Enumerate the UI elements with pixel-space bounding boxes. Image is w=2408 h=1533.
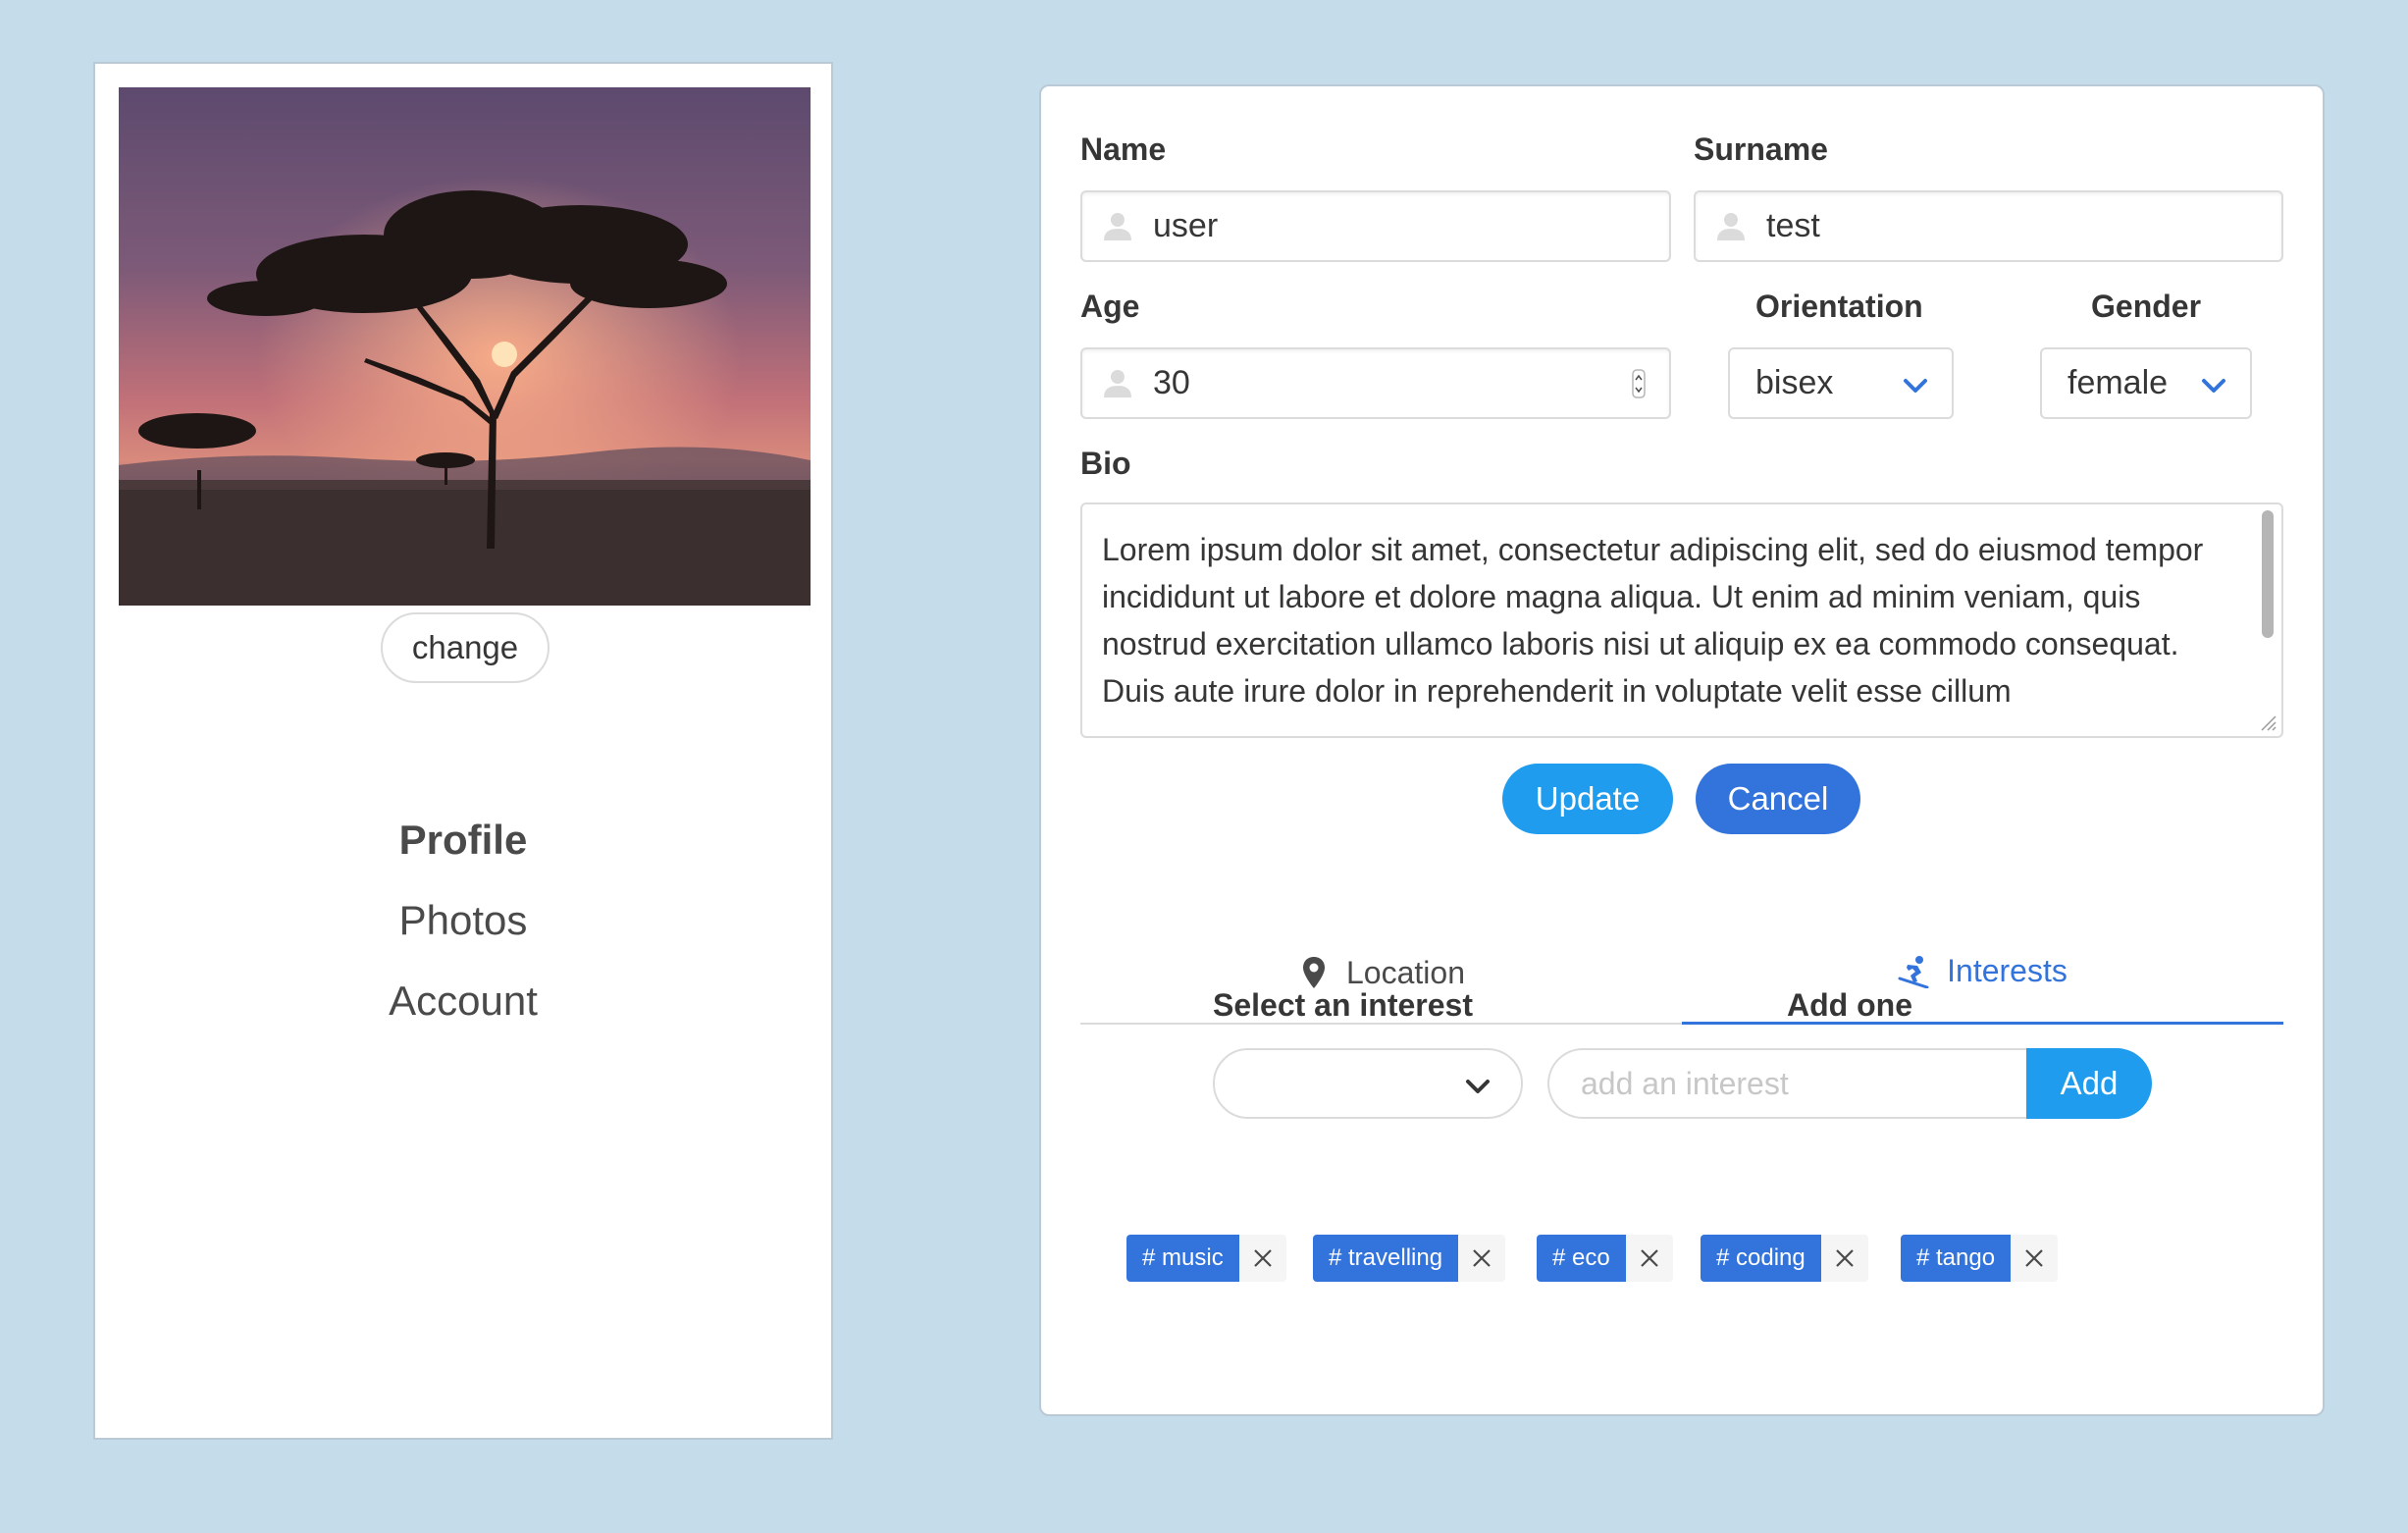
tag-delete-button[interactable]	[1625, 1235, 1673, 1282]
user-icon	[1104, 369, 1131, 397]
tab-location-label: Location	[1346, 954, 1465, 990]
number-spinner-icon[interactable]	[1632, 369, 1646, 398]
chevron-down-icon	[1904, 379, 1927, 393]
tab-interests-label: Interests	[1947, 953, 2068, 988]
profile-photo	[119, 87, 811, 606]
chevron-down-icon	[2202, 379, 2225, 393]
chevron-down-icon	[1466, 1080, 1490, 1093]
age-field[interactable]: 30	[1080, 347, 1671, 419]
close-icon	[2025, 1249, 2043, 1267]
nav-item-profile[interactable]: Profile	[95, 800, 831, 880]
user-icon	[1104, 212, 1131, 240]
name-label: Name	[1080, 132, 1167, 167]
name-value: user	[1153, 207, 1219, 244]
tag-label: # travelling	[1313, 1235, 1459, 1282]
nav-item-photos[interactable]: Photos	[95, 880, 831, 961]
change-photo-button[interactable]: change	[381, 612, 550, 683]
cancel-button[interactable]: Cancel	[1696, 764, 1860, 834]
bio-scrollbar[interactable]	[2262, 510, 2274, 638]
snowboarding-icon	[1898, 955, 1929, 988]
gender-label: Gender	[2091, 289, 2202, 324]
tag-delete-button[interactable]	[1458, 1235, 1506, 1282]
profile-form-card: Name user Surname test Age 30 Orientatio…	[1039, 84, 2325, 1416]
close-icon	[1835, 1249, 1854, 1267]
orientation-select[interactable]: bisex	[1728, 347, 1954, 419]
page: change Profile Photos Account Name user …	[0, 0, 2408, 1533]
tag-tango: # tango	[1901, 1235, 2059, 1282]
resize-grip-icon[interactable]	[2256, 711, 2277, 732]
tag-label: # music	[1126, 1235, 1239, 1282]
interest-select[interactable]	[1213, 1048, 1523, 1119]
tag-eco: # eco	[1537, 1235, 1673, 1282]
tag-label: # tango	[1901, 1235, 2012, 1282]
tag-coding: # coding	[1701, 1235, 1868, 1282]
tab-interests[interactable]: Interests	[1682, 921, 2283, 1025]
profile-sidebar-card: change Profile Photos Account	[93, 62, 833, 1440]
orientation-value: bisex	[1755, 364, 1834, 401]
gender-select[interactable]: female	[2040, 347, 2252, 419]
nav-item-account[interactable]: Account	[95, 961, 831, 1041]
surname-value: test	[1766, 207, 1820, 244]
gender-value: female	[2068, 364, 2169, 401]
tag-delete-button[interactable]	[2011, 1235, 2059, 1282]
user-icon	[1717, 212, 1745, 240]
surname-field[interactable]: test	[1694, 190, 2283, 262]
tag-delete-button[interactable]	[1238, 1235, 1286, 1282]
add-interest-button[interactable]: Add	[2026, 1048, 2152, 1119]
bio-text: Lorem ipsum dolor sit amet, consectetur …	[1102, 532, 2204, 709]
add-interest-label: Add one	[1787, 987, 1912, 1023]
map-marker-icon	[1303, 957, 1325, 988]
orientation-label: Orientation	[1755, 289, 1923, 324]
bio-textarea[interactable]: Lorem ipsum dolor sit amet, consectetur …	[1080, 502, 2283, 738]
name-field[interactable]: user	[1080, 190, 1671, 262]
tag-travelling: # travelling	[1313, 1235, 1506, 1282]
profile-nav: Profile Photos Account	[95, 800, 831, 1041]
tag-delete-button[interactable]	[1820, 1235, 1868, 1282]
update-button[interactable]: Update	[1502, 764, 1673, 834]
age-label: Age	[1080, 289, 1140, 324]
tag-music: # music	[1126, 1235, 1286, 1282]
close-icon	[1473, 1249, 1491, 1267]
surname-label: Surname	[1694, 132, 1828, 167]
close-icon	[1253, 1249, 1272, 1267]
tag-label: # eco	[1537, 1235, 1626, 1282]
close-icon	[1640, 1249, 1658, 1267]
interest-input[interactable]: add an interest	[1547, 1048, 2028, 1119]
select-interest-label: Select an interest	[1213, 987, 1473, 1023]
bio-label: Bio	[1080, 446, 1131, 481]
age-value: 30	[1153, 364, 1190, 401]
tag-label: # coding	[1701, 1235, 1821, 1282]
